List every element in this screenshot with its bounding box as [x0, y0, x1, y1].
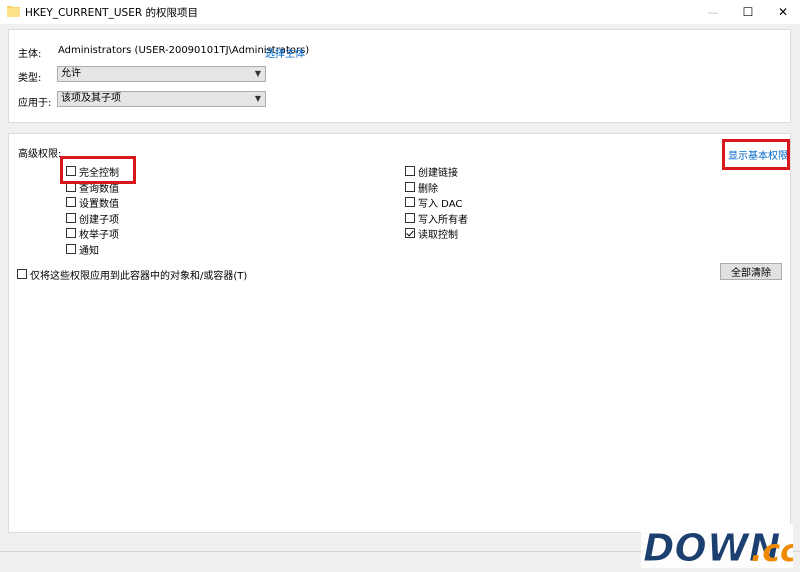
checkbox[interactable]	[405, 182, 415, 192]
permission-label: 删除	[418, 183, 438, 195]
clear-all-label: 全部清除	[731, 268, 771, 279]
checkbox-checked[interactable]	[405, 228, 415, 238]
permission-label: 写入所有者	[418, 214, 468, 226]
checkbox[interactable]	[66, 166, 76, 176]
checkbox[interactable]	[405, 213, 415, 223]
permission-write-owner[interactable]: 写入所有者	[405, 211, 468, 226]
type-value: 允许	[61, 68, 81, 79]
checkbox[interactable]	[66, 244, 76, 254]
permission-create-subkey[interactable]: 创建子项	[66, 211, 119, 226]
permission-create-link[interactable]: 创建链接	[405, 164, 458, 179]
minimize-button[interactable]: —	[696, 0, 730, 24]
type-dropdown[interactable]: 允许 ▼	[57, 66, 266, 82]
chevron-down-icon: ▼	[254, 94, 261, 103]
principal-label: 主体:	[18, 49, 42, 60]
advanced-permissions-heading: 高级权限:	[18, 149, 62, 160]
checkbox[interactable]	[405, 166, 415, 176]
permission-enumerate-subkeys[interactable]: 枚举子项	[66, 226, 119, 241]
applies-value: 该项及其子项	[61, 93, 121, 104]
permission-label: 创建链接	[418, 167, 458, 179]
checkbox[interactable]	[66, 197, 76, 207]
permission-set-value[interactable]: 设置数值	[66, 195, 119, 210]
title-bar: HKEY_CURRENT_USER 的权限项目 — ☐ ✕	[0, 0, 800, 24]
permission-query-value[interactable]: 查询数值	[66, 180, 119, 195]
checkbox[interactable]	[66, 228, 76, 238]
close-icon: ✕	[777, 5, 789, 19]
permission-label: 枚举子项	[79, 229, 119, 241]
principal-panel: 主体: Administrators (USER-20090101TJ\Admi…	[8, 29, 791, 123]
checkbox[interactable]	[66, 182, 76, 192]
maximize-button[interactable]: ☐	[731, 0, 765, 24]
permission-notify[interactable]: 通知	[66, 242, 99, 257]
permission-label: 查询数值	[79, 183, 119, 195]
applies-label: 应用于:	[18, 98, 52, 109]
watermark-suffix: .cc	[751, 534, 793, 568]
checkbox[interactable]	[405, 197, 415, 207]
applies-to-dropdown[interactable]: 该项及其子项 ▼	[57, 91, 266, 107]
folder-icon	[7, 6, 20, 17]
clear-all-button[interactable]: 全部清除	[720, 263, 782, 280]
chevron-down-icon: ▼	[254, 69, 261, 78]
permission-label: 创建子项	[79, 214, 119, 226]
permission-full-control[interactable]: 完全控制	[66, 164, 119, 179]
watermark-logo: DOWN .cc	[641, 524, 793, 568]
permission-read-control[interactable]: 读取控制	[405, 226, 458, 241]
permission-label: 通知	[79, 245, 99, 257]
advanced-permissions-panel: 高级权限: 显示基本权限 完全控制 查询数值 设置数值 创建子项 枚举子项 通知…	[8, 133, 791, 533]
maximize-icon: ☐	[742, 5, 754, 19]
apply-only-to-container[interactable]: 仅将这些权限应用到此容器中的对象和/或容器(T)	[17, 267, 248, 282]
permission-write-dac[interactable]: 写入 DAC	[405, 195, 463, 210]
permission-label: 设置数值	[79, 198, 119, 210]
permission-label: 读取控制	[418, 229, 458, 241]
checkbox[interactable]	[17, 269, 27, 279]
minimize-icon: —	[707, 5, 719, 19]
apply-only-label: 仅将这些权限应用到此容器中的对象和/或容器(T)	[30, 270, 248, 282]
close-button[interactable]: ✕	[766, 0, 800, 24]
permission-label: 写入 DAC	[418, 198, 463, 210]
checkbox[interactable]	[66, 213, 76, 223]
permission-delete[interactable]: 删除	[405, 180, 438, 195]
permission-label: 完全控制	[79, 167, 119, 179]
show-basic-permissions-link[interactable]: 显示基本权限	[728, 147, 788, 162]
window-title: HKEY_CURRENT_USER 的权限项目	[25, 7, 198, 19]
select-principal-link[interactable]: 选择主体	[265, 45, 305, 60]
type-label: 类型:	[18, 73, 42, 84]
